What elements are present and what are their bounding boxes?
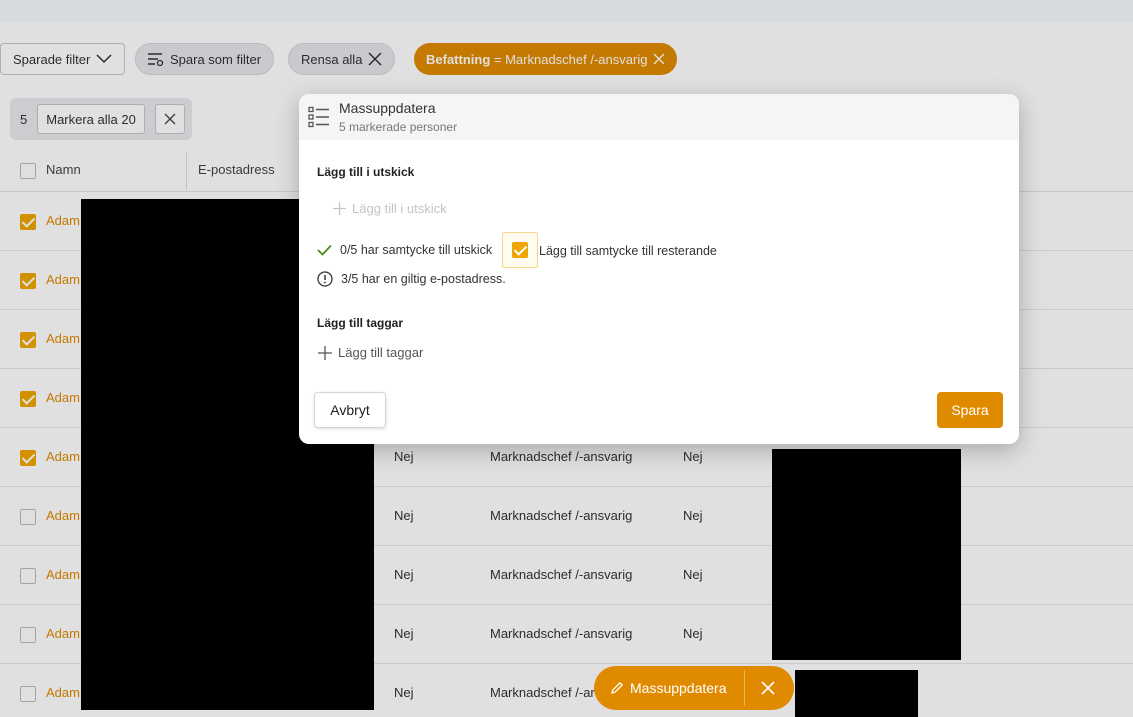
save-button[interactable]: Spara (937, 392, 1003, 428)
email-status-text: 3/5 har en giltig e-postadress. (341, 272, 506, 286)
section-heading-mailing: Lägg till i utskick (317, 165, 415, 179)
mass-update-fab-label: Massuppdatera (630, 680, 727, 696)
cancel-button[interactable]: Avbryt (314, 392, 386, 428)
dialog-header: Massuppdatera 5 markerade personer (299, 94, 1019, 140)
dialog-title: Massuppdatera (339, 100, 436, 116)
add-consent-checkbox[interactable] (512, 242, 528, 258)
top-bar (0, 0, 1133, 22)
consent-status-text: 0/5 har samtycke till utskick (340, 243, 493, 257)
fab-divider (744, 670, 745, 706)
info-circle-icon (317, 271, 333, 287)
checkmark-icon (317, 244, 332, 256)
plus-icon (333, 202, 346, 215)
add-consent-label[interactable]: Lägg till samtycke till resterande (539, 244, 717, 258)
consent-status-line: 0/5 har samtycke till utskick (317, 243, 492, 257)
mass-update-dialog: Massuppdatera 5 markerade personer Lägg … (299, 94, 1019, 444)
plus-icon (318, 345, 332, 360)
email-status-line: 3/5 har en giltig e-postadress. (317, 271, 506, 287)
add-tags-label: Lägg till taggar (338, 345, 424, 360)
add-to-mailing-label: Lägg till i utskick (352, 201, 447, 216)
add-tags-button[interactable]: Lägg till taggar (318, 345, 423, 360)
section-heading-tags: Lägg till taggar (317, 316, 404, 330)
list-checklist-icon (308, 106, 329, 128)
pencil-icon (611, 681, 624, 694)
close-icon[interactable] (760, 680, 776, 696)
add-to-mailing-button[interactable]: Lägg till i utskick (333, 201, 447, 216)
add-consent-checkbox-wrapper[interactable] (502, 232, 538, 268)
mass-update-fab[interactable]: Massuppdatera (594, 666, 794, 710)
dialog-subtitle: 5 markerade personer (339, 120, 458, 134)
